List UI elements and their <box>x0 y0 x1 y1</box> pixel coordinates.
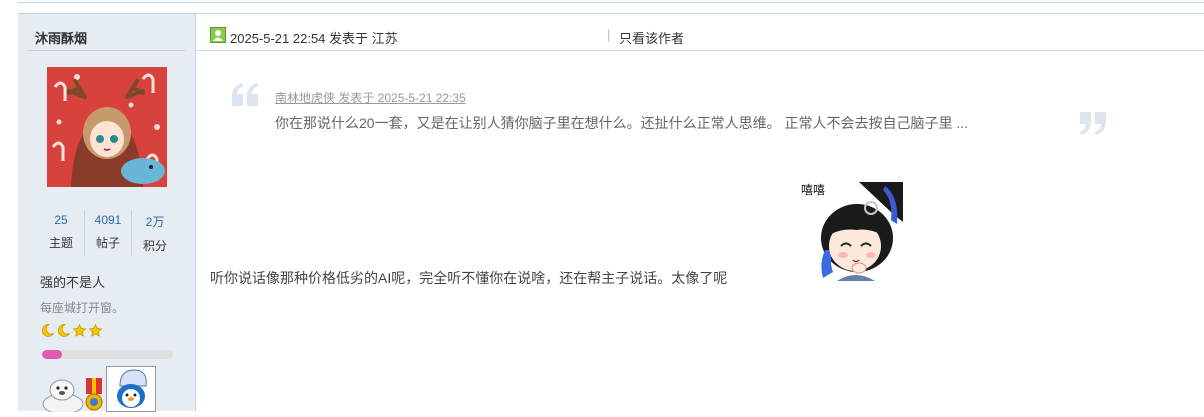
custom-title: 每座城打开窗。 <box>40 301 125 315</box>
level-icons <box>40 323 103 343</box>
close-quote-icon <box>1078 110 1108 141</box>
stat-label: 帖子 <box>95 236 120 250</box>
star-icon <box>88 323 103 343</box>
view-author-only-link[interactable]: 只看该作者 <box>619 28 684 47</box>
stat-value: 2万 <box>145 215 165 229</box>
seal-medal-icon[interactable] <box>40 378 86 417</box>
ribbon-medal-icon[interactable] <box>84 378 104 417</box>
avatar[interactable] <box>47 67 167 187</box>
emoji-sticker: 嘻嘻 <box>799 180 905 281</box>
post-time: 2025-5-21 22:54 发表于 江苏 <box>230 31 398 46</box>
author-sidebar: 沐雨酥烟 25 主题 4091 帖子 2万 积分 强的不是人 每座城打开窗。 <box>18 14 196 415</box>
post-header: 2025-5-21 22:54 发表于 江苏 | 只看该作者 <box>196 14 1204 51</box>
header-separator: | <box>607 27 611 42</box>
sidebar-divider <box>28 50 185 51</box>
penguin-medal-icon[interactable] <box>106 366 156 417</box>
user-group[interactable]: 强的不是人 <box>40 272 105 291</box>
level-progress-bar <box>42 350 173 359</box>
stat-value: 25 <box>54 213 68 227</box>
quote-source-link[interactable]: 南林地虎侠 发表于 2025-5-21 22:35 <box>275 89 466 106</box>
post-message: 听你说话像那种价格低劣的AI呢，完全听不懂你在说啥，还在帮主子说话。太像了呢 <box>210 270 728 286</box>
stat-credits[interactable]: 2万 积分 <box>131 210 178 256</box>
forum-post: 沐雨酥烟 25 主题 4091 帖子 2万 积分 强的不是人 每座城打开窗。 2… <box>18 13 1204 415</box>
sticker-caption: 嘻嘻 <box>801 183 825 197</box>
level-progress-fill <box>42 350 62 359</box>
author-stats: 25 主题 4091 帖子 2万 积分 <box>38 210 178 256</box>
quote-block: 南林地虎侠 发表于 2025-5-21 22:35 你在那说什么20一套，又是在… <box>230 76 1110 146</box>
stat-value: 4091 <box>94 213 122 227</box>
stat-threads[interactable]: 25 主题 <box>38 210 84 256</box>
quote-text: 你在那说什么20一套，又是在让别人猜你脑子里在想什么。还扯什么正常人思维。 正常… <box>275 115 969 131</box>
author-name[interactable]: 沐雨酥烟 <box>35 28 87 47</box>
star-icon <box>72 323 87 343</box>
moon-icon <box>56 323 71 343</box>
stat-label: 积分 <box>142 239 167 253</box>
previous-post-bottom-border <box>18 0 1204 3</box>
stat-posts[interactable]: 4091 帖子 <box>84 210 131 256</box>
moon-icon <box>40 323 55 343</box>
stat-label: 主题 <box>48 236 73 250</box>
open-quote-icon <box>230 82 260 113</box>
online-status-icon <box>210 27 226 43</box>
